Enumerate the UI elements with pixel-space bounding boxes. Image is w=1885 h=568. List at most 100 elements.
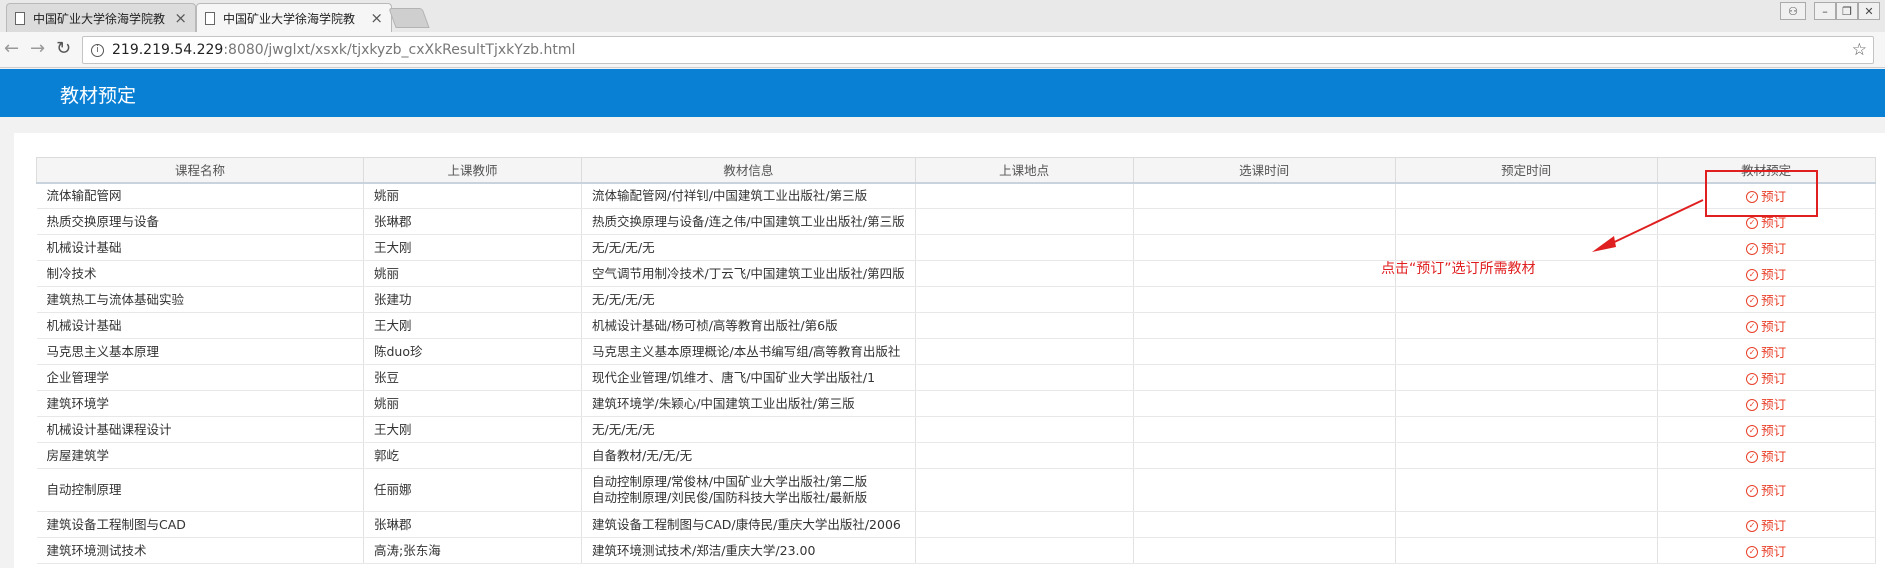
- info-icon[interactable]: i: [91, 43, 104, 57]
- cell-booking-time: [1395, 312, 1658, 339]
- table-row: 建筑环境学 姚丽 建筑环境学/朱颖心/中国建筑工业出版社/第三版 ✓ 预订: [36, 390, 1876, 417]
- check-circle-icon: ✓: [1746, 294, 1759, 307]
- cell-course: 流体输配管网: [36, 182, 364, 209]
- cell-course: 建筑设备工程制图与CAD: [36, 511, 364, 538]
- star-icon[interactable]: ☆: [1852, 40, 1867, 60]
- check-circle-icon: ✓: [1746, 242, 1759, 255]
- book-button[interactable]: ✓ 预订: [1746, 518, 1786, 534]
- table-row: 制冷技术 姚丽 空气调节用制冷技术/丁云飞/中国建筑工业出版社/第四版 ✓ 预订: [36, 260, 1876, 287]
- cell-booking: ✓ 预订: [1657, 390, 1876, 417]
- check-circle-icon: ✓: [1746, 268, 1759, 281]
- cell-select-time: [1133, 260, 1396, 287]
- cell-booking-time: [1395, 537, 1658, 564]
- book-button[interactable]: ✓ 预订: [1746, 544, 1786, 560]
- annotation-text: 点击“预订”选订所需教材: [1381, 261, 1536, 277]
- book-button[interactable]: ✓ 预订: [1746, 483, 1786, 499]
- book-button-label: 预订: [1761, 517, 1787, 533]
- cell-select-time: [1133, 390, 1396, 417]
- cell-course: 机械设计基础: [36, 234, 364, 261]
- page-title: 教材预定: [60, 85, 137, 107]
- user-icon[interactable]: ⚇: [1780, 2, 1806, 20]
- book-button[interactable]: ✓ 预订: [1746, 319, 1786, 335]
- cell-select-time: [1133, 182, 1396, 209]
- back-icon[interactable]: ←: [4, 38, 19, 60]
- cell-course: 制冷技术: [36, 260, 364, 287]
- cell-booking-time: [1395, 390, 1658, 417]
- cell-course: 自动控制原理: [36, 468, 364, 512]
- book-line: 无/无/无/无: [592, 239, 655, 255]
- cell-book: 热质交换原理与设备/连之伟/中国建筑工业出版社/第三版: [581, 208, 916, 235]
- cell-course: 热质交换原理与设备: [36, 208, 364, 235]
- book-button-label: 预订: [1761, 448, 1787, 464]
- book-button[interactable]: ✓ 预订: [1746, 397, 1786, 413]
- cell-booking-time: [1395, 338, 1658, 365]
- book-button[interactable]: ✓ 预订: [1746, 423, 1786, 439]
- cell-book: 无/无/无/无: [581, 286, 916, 313]
- close-icon[interactable]: ×: [174, 10, 187, 26]
- book-button[interactable]: ✓ 预订: [1746, 449, 1786, 465]
- cell-location: [915, 208, 1134, 235]
- url-path: :8080/jwglxt/xsxk/tjxkyzb_cxXkResultTjxk…: [223, 42, 576, 58]
- table-body: 流体输配管网 姚丽 流体输配管网/付祥钊/中国建筑工业出版社/第三版 ✓ 预订 热质交换原…: [36, 182, 1876, 564]
- close-icon[interactable]: ×: [370, 10, 383, 26]
- table-row: 热质交换原理与设备 张琳郡 热质交换原理与设备/连之伟/中国建筑工业出版社/第三版 ✓…: [36, 208, 1876, 235]
- check-circle-icon: ✓: [1746, 398, 1759, 411]
- browser-tab-2[interactable]: 中国矿业大学徐海学院教 ×: [196, 3, 392, 32]
- cell-location: [915, 338, 1134, 365]
- cell-course: 建筑环境学: [36, 390, 364, 417]
- cell-course: 建筑环境测试技术: [36, 537, 364, 564]
- forward-icon[interactable]: →: [30, 38, 45, 60]
- tab-title: 中国矿业大学徐海学院教: [33, 11, 166, 26]
- cell-select-time: [1133, 511, 1396, 538]
- column-header-teacher[interactable]: 上课教师: [363, 157, 582, 184]
- book-line: 热质交换原理与设备/连之伟/中国建筑工业出版社/第三版: [592, 213, 905, 229]
- book-line: 自动控制原理/常俊林/中国矿业大学出版社/第二版: [592, 474, 868, 489]
- cell-teacher: 张琳郡: [363, 511, 582, 538]
- cell-course: 企业管理学: [36, 364, 364, 391]
- book-line: 自动控制原理/刘民俊/国防科技大学出版社/最新版: [592, 490, 868, 505]
- cell-teacher: 任丽娜: [363, 468, 582, 512]
- book-button[interactable]: ✓ 预订: [1746, 293, 1786, 309]
- book-button-label: 预订: [1761, 266, 1787, 282]
- minimize-icon[interactable]: –: [1814, 2, 1836, 20]
- cell-select-time: [1133, 537, 1396, 564]
- book-line: 建筑环境测试技术/郑洁/重庆大学/23.00: [592, 542, 816, 558]
- cell-booking: ✓ 预订: [1657, 234, 1876, 261]
- column-header-booking-time[interactable]: 预定时间: [1394, 157, 1658, 184]
- column-header-course[interactable]: 课程名称: [36, 157, 364, 184]
- book-button[interactable]: ✓ 预订: [1746, 371, 1786, 387]
- cell-booking: ✓ 预订: [1657, 286, 1876, 313]
- column-header-book[interactable]: 教材信息: [581, 157, 916, 184]
- book-button[interactable]: ✓ 预订: [1746, 241, 1786, 257]
- table-header-row: 课程名称 上课教师 教材信息 上课地点 选课时间 预定时间 教材预定: [36, 157, 1876, 184]
- column-header-location[interactable]: 上课地点: [914, 157, 1134, 184]
- cell-book: 自备教材/无/无/无: [581, 442, 916, 469]
- cell-booking: ✓ 预订: [1657, 442, 1876, 469]
- browser-tab-1[interactable]: 中国矿业大学徐海学院教 ×: [6, 3, 196, 32]
- cell-book: 建筑环境测试技术/郑洁/重庆大学/23.00: [581, 537, 916, 564]
- book-line: 自备教材/无/无/无: [592, 447, 693, 463]
- reload-icon[interactable]: ↻: [56, 38, 71, 60]
- window-close-icon[interactable]: ✕: [1858, 2, 1880, 20]
- book-button[interactable]: ✓ 预订: [1746, 267, 1786, 283]
- restore-icon[interactable]: ❐: [1836, 2, 1858, 20]
- cell-select-time: [1133, 338, 1396, 365]
- cell-booking: ✓ 预订: [1657, 416, 1876, 443]
- cell-select-time: [1133, 234, 1396, 261]
- table-row: 建筑设备工程制图与CAD 张琳郡 建筑设备工程制图与CAD/康侍民/重庆大学出版社/…: [36, 511, 1876, 538]
- cell-select-time: [1133, 364, 1396, 391]
- column-header-select-time[interactable]: 选课时间: [1132, 157, 1396, 184]
- cell-booking-time: [1395, 208, 1658, 235]
- cell-course: 机械设计基础课程设计: [36, 416, 364, 443]
- check-circle-icon: ✓: [1746, 485, 1759, 497]
- cell-book: 建筑环境学/朱颖心/中国建筑工业出版社/第三版: [581, 390, 916, 417]
- book-button[interactable]: ✓ 预订: [1746, 345, 1786, 361]
- tab-title: 中国矿业大学徐海学院教: [223, 11, 356, 26]
- book-button-label: 预订: [1761, 240, 1787, 256]
- check-circle-icon: ✓: [1746, 424, 1759, 437]
- check-circle-icon: ✓: [1746, 320, 1759, 333]
- cell-location: [915, 260, 1134, 287]
- new-tab-button[interactable]: [388, 8, 430, 28]
- cell-booking: ✓ 预订: [1657, 468, 1876, 512]
- address-bar[interactable]: i 219.219.54.229 :8080/jwglxt/xsxk/tjxky…: [82, 36, 1874, 64]
